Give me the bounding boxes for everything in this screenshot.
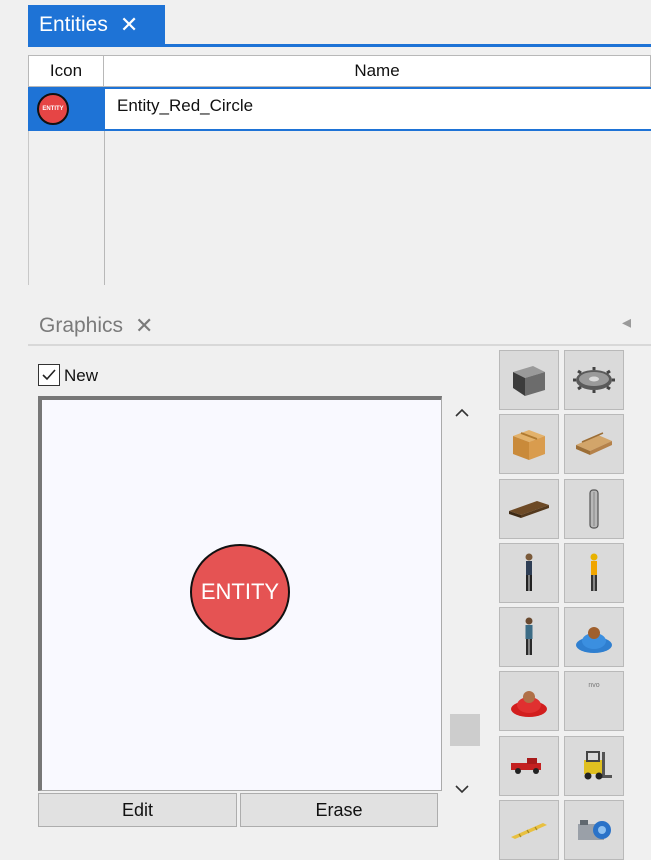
library-tile-forklift[interactable] — [564, 736, 624, 796]
table-row-icon-cell[interactable]: ENTITY — [28, 87, 104, 131]
seated-person-red-icon — [511, 691, 547, 717]
scrollbar-thumb[interactable] — [450, 714, 480, 746]
library-tile-cube[interactable] — [499, 350, 559, 410]
cylinder-icon — [589, 489, 599, 529]
gear-icon — [573, 367, 615, 393]
forklift-icon — [584, 751, 612, 780]
tab-underline — [28, 44, 651, 47]
library-tile-person[interactable] — [499, 543, 559, 603]
table-row-name-cell[interactable]: Entity_Red_Circle — [104, 87, 651, 131]
library-tile-gear[interactable] — [564, 350, 624, 410]
tab-graphics-label: Graphics — [39, 314, 124, 337]
library-tile-truck[interactable] — [499, 736, 559, 796]
library-tile-seated-blue[interactable] — [564, 607, 624, 667]
close-icon[interactable]: ✕ — [135, 313, 153, 339]
preview-entity-graphic[interactable]: ENTITY — [190, 544, 290, 640]
close-icon[interactable]: ✕ — [120, 12, 138, 38]
worker-icon — [590, 553, 598, 591]
library-tile-machine[interactable] — [564, 800, 624, 860]
edit-button[interactable]: Edit — [38, 793, 237, 827]
person-standing-icon — [525, 553, 533, 591]
library-tile-cylinder[interactable] — [564, 479, 624, 539]
pickup-truck-icon — [511, 758, 541, 774]
scroll-down-arrow-icon[interactable] — [455, 778, 469, 799]
person-standing-2-icon — [525, 617, 533, 655]
wooden-pallet-stack-icon — [576, 432, 612, 455]
machine-icon — [578, 820, 611, 840]
tab-entities-label: Entities — [39, 13, 108, 36]
tab-underline — [28, 344, 651, 346]
conveyor-icon — [511, 823, 547, 839]
cube-icon — [513, 366, 545, 396]
column-divider — [104, 131, 105, 285]
scroll-up-arrow-icon[interactable] — [455, 402, 469, 423]
small-text-icon: nvo — [588, 682, 600, 689]
column-header-icon[interactable]: Icon — [28, 55, 104, 87]
library-tile-seated-red[interactable] — [499, 671, 559, 731]
new-checkbox-label: New — [64, 366, 99, 385]
new-checkbox[interactable] — [38, 364, 60, 386]
column-header-name[interactable]: Name — [104, 55, 651, 87]
tab-entities[interactable]: Entities ✕ — [28, 5, 165, 45]
library-tile-pallet[interactable] — [499, 479, 559, 539]
collapse-arrow-icon[interactable]: ◂ — [622, 312, 631, 333]
library-tile-small-text[interactable]: nvo — [564, 671, 624, 731]
library-tile-pallet-stack[interactable] — [564, 414, 624, 474]
library-tile-worker[interactable] — [564, 543, 624, 603]
seated-person-blue-icon — [576, 627, 612, 653]
cardboard-box-icon — [513, 430, 545, 460]
erase-button[interactable]: Erase — [240, 793, 438, 827]
library-tile-box[interactable] — [499, 414, 559, 474]
library-tile-conveyor[interactable] — [499, 800, 559, 860]
pallet-icon — [509, 501, 549, 518]
tab-graphics[interactable]: Graphics ✕ — [28, 306, 176, 346]
entity-red-circle-icon: ENTITY — [37, 93, 69, 125]
checkmark-icon — [42, 369, 56, 381]
library-tile-person-2[interactable] — [499, 607, 559, 667]
